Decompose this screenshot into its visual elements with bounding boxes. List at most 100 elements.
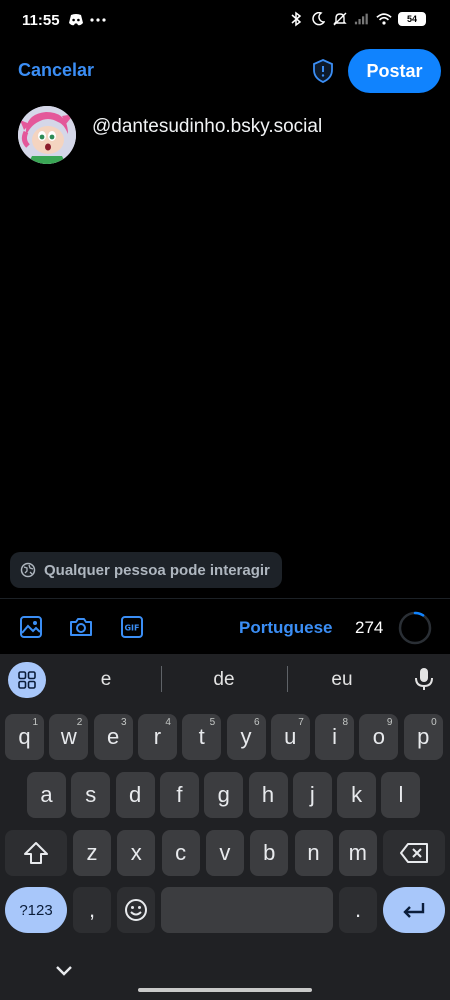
- key-q[interactable]: q1: [5, 714, 44, 760]
- key-h[interactable]: h: [248, 772, 288, 818]
- camera-icon[interactable]: [69, 615, 93, 639]
- key-g-label: g: [217, 782, 230, 807]
- key-n[interactable]: n: [294, 830, 333, 876]
- shield-icon[interactable]: [310, 58, 336, 84]
- signal-icon: [354, 11, 370, 27]
- more-dots-icon: [90, 12, 106, 28]
- compose-toolbar: GIF Portuguese 274: [0, 598, 450, 654]
- shift-icon: [24, 842, 48, 864]
- key-o-hint: 9: [386, 717, 393, 728]
- key-i[interactable]: i8: [315, 714, 355, 760]
- comma-key[interactable]: ,: [73, 887, 111, 933]
- bluetooth-icon: [288, 11, 304, 27]
- account-handle: @dantesudinho.bsky.social: [92, 116, 323, 137]
- key-x-label: x: [130, 840, 142, 865]
- key-e-label: e: [106, 724, 120, 749]
- key-j[interactable]: j: [292, 772, 332, 818]
- suggestion-3[interactable]: eu: [312, 669, 372, 691]
- chevron-down-icon[interactable]: [52, 958, 76, 982]
- key-o-label: o: [372, 724, 386, 749]
- key-l-label: l: [398, 782, 404, 807]
- image-icon[interactable]: [19, 615, 43, 639]
- suggestion-1[interactable]: e: [76, 669, 136, 691]
- suggestion-bar: e de eu: [0, 654, 450, 704]
- grid-icon: [18, 671, 36, 689]
- shift-key[interactable]: [5, 830, 67, 876]
- backspace-key[interactable]: [383, 830, 445, 876]
- period-key[interactable]: .: [339, 887, 377, 933]
- gif-icon[interactable]: GIF: [120, 615, 144, 639]
- globe-icon: [20, 562, 36, 578]
- wifi-icon: [376, 11, 392, 27]
- key-s[interactable]: s: [71, 772, 111, 818]
- key-r[interactable]: r4: [137, 714, 177, 760]
- home-indicator[interactable]: [138, 988, 312, 992]
- key-d[interactable]: d: [115, 772, 155, 818]
- key-a-label: a: [40, 782, 53, 807]
- battery-icon: 54: [398, 12, 426, 26]
- key-w[interactable]: w2: [49, 714, 89, 760]
- symbols-key[interactable]: ?123: [5, 887, 67, 933]
- key-k[interactable]: k: [337, 772, 377, 818]
- interaction-label: Qualquer pessoa pode interagir: [44, 561, 270, 579]
- avatar[interactable]: [18, 106, 76, 164]
- key-m[interactable]: m: [338, 830, 377, 876]
- key-b[interactable]: b: [250, 830, 289, 876]
- key-t[interactable]: t5: [182, 714, 222, 760]
- key-t-hint: 5: [209, 717, 216, 728]
- key-q-label: q: [18, 724, 31, 749]
- key-q-hint: 1: [32, 717, 38, 728]
- key-n-label: n: [307, 840, 320, 865]
- key-r-hint: 4: [165, 717, 171, 728]
- keyboard-menu-button[interactable]: [8, 662, 46, 698]
- suggestion-divider: [161, 666, 162, 692]
- clock: 11:55: [22, 12, 60, 29]
- emoji-key[interactable]: [117, 887, 155, 933]
- key-r-label: r: [153, 724, 162, 749]
- microphone-icon[interactable]: [413, 667, 435, 691]
- moon-icon: [310, 11, 326, 27]
- key-v-label: v: [219, 840, 231, 865]
- key-p-label: p: [417, 724, 430, 749]
- character-progress-ring: [397, 610, 433, 646]
- space-key[interactable]: [161, 887, 333, 933]
- discord-icon: [68, 12, 84, 28]
- key-y-label: y: [240, 724, 252, 749]
- key-m-label: m: [348, 840, 367, 865]
- key-w-hint: 2: [76, 717, 83, 728]
- post-button[interactable]: Postar: [348, 49, 441, 93]
- suggestion-2[interactable]: de: [194, 669, 254, 691]
- key-y[interactable]: y6: [226, 714, 266, 760]
- battery-level: 54: [406, 14, 417, 24]
- key-z[interactable]: z: [73, 830, 111, 876]
- key-x[interactable]: x: [117, 830, 156, 876]
- key-u[interactable]: u7: [270, 714, 310, 760]
- key-p[interactable]: p0: [403, 714, 443, 760]
- status-bar: 11:55 54: [0, 0, 450, 42]
- compose-header: Cancelar Postar: [0, 42, 450, 100]
- language-selector[interactable]: Portuguese: [239, 618, 333, 638]
- key-g[interactable]: g: [204, 772, 244, 818]
- character-count: 274: [355, 618, 384, 637]
- key-w-label: w: [60, 724, 77, 749]
- key-v[interactable]: v: [205, 830, 244, 876]
- cancel-button[interactable]: Cancelar: [18, 60, 94, 81]
- key-e-hint: 3: [121, 717, 127, 728]
- return-icon: [403, 903, 425, 918]
- key-l[interactable]: l: [381, 772, 421, 818]
- suggestion-divider: [287, 666, 288, 692]
- key-y-hint: 6: [253, 717, 260, 728]
- interaction-settings-button[interactable]: Qualquer pessoa pode interagir: [10, 552, 282, 588]
- key-z-label: z: [86, 840, 98, 865]
- key-p-hint: 0: [431, 717, 437, 728]
- key-u-label: u: [284, 724, 297, 749]
- enter-key[interactable]: [383, 887, 445, 933]
- key-c[interactable]: c: [161, 830, 200, 876]
- key-t-label: t: [198, 724, 205, 749]
- key-f[interactable]: f: [159, 772, 199, 818]
- key-b-label: b: [263, 840, 276, 865]
- key-a[interactable]: a: [27, 772, 66, 818]
- key-e[interactable]: e3: [93, 714, 133, 760]
- key-d-label: d: [128, 782, 142, 807]
- key-o[interactable]: o9: [359, 714, 399, 760]
